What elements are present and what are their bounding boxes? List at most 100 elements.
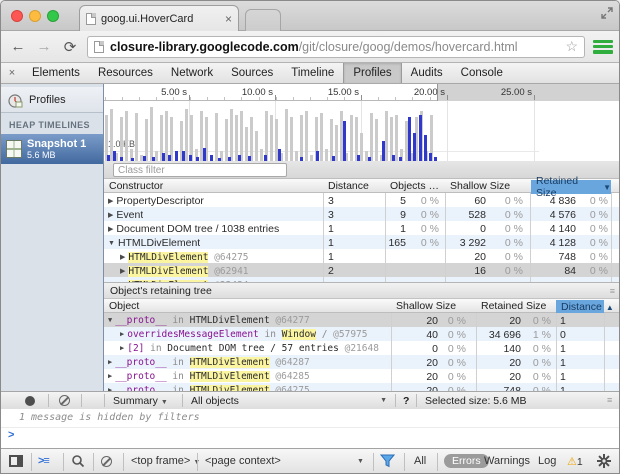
devtools-close-icon[interactable]: ×: [1, 63, 23, 83]
retaining-row[interactable]: ▼__proto__ in HTMLDivElement @64277 20 0 %…: [104, 313, 620, 327]
expand-icon[interactable]: ▶: [108, 226, 113, 233]
console-prompt-icon[interactable]: >: [8, 429, 14, 441]
expand-icon[interactable]: ▶: [108, 198, 113, 205]
timeline-bar-gray: [135, 113, 138, 161]
warning-count-icon[interactable]: ⚠1: [567, 455, 583, 468]
retaining-row[interactable]: ▶overridesMessageElement in Window / @57…: [104, 327, 620, 341]
console-filter-log[interactable]: Log: [538, 455, 556, 467]
expand-icon[interactable]: ▶: [120, 254, 125, 261]
browser-tab[interactable]: goog.ui.HoverCard ×: [79, 5, 239, 31]
col-shallow-size[interactable]: Shallow Size: [396, 300, 456, 312]
console-filter-errors[interactable]: Errors: [444, 454, 489, 468]
retaining-row[interactable]: ▶__proto__ in HTMLDivElement @64275200 %…: [104, 383, 620, 391]
expand-icon[interactable]: ▶: [120, 330, 124, 338]
new-tab-button[interactable]: [245, 9, 281, 31]
devtools-tab-audits[interactable]: Audits: [402, 63, 452, 83]
expand-icon[interactable]: ▶: [108, 212, 113, 219]
sidebar-item-profiles[interactable]: Profiles: [1, 87, 103, 113]
cell-value: 20: [509, 315, 521, 327]
constructor-row[interactable]: ▶PropertyDescriptor350 %600 %4 8360 %: [104, 193, 620, 207]
timeline-bar-gray: [320, 113, 323, 161]
expand-icon[interactable]: ▶: [120, 344, 124, 352]
ruler-tick-label: 25.00 s: [501, 87, 532, 98]
collapse-icon[interactable]: ▼: [108, 240, 115, 247]
col-retained-sorted[interactable]: Retained Size ▼: [531, 180, 611, 194]
console-filter-all[interactable]: All: [414, 455, 426, 467]
constructor-row[interactable]: ▶Document DOM tree / 1038 entries110 %00…: [104, 221, 620, 235]
perspective-select[interactable]: Summary ▼: [113, 395, 168, 407]
tab-close-icon[interactable]: ×: [225, 14, 232, 24]
cell-value: 16: [474, 265, 486, 277]
settings-gear-icon[interactable]: [596, 453, 612, 469]
help-button[interactable]: ?: [403, 395, 409, 407]
allocation-timeline-graph[interactable]: 1.0 KB: [104, 101, 620, 161]
col-retained-size[interactable]: Retained Size: [481, 300, 546, 312]
cell-distance: 1: [560, 315, 566, 327]
sidebar-item-snapshot-1[interactable]: Snapshot 1 5.6 MB: [1, 134, 103, 164]
col-object[interactable]: Object: [109, 300, 139, 312]
toggle-console-button[interactable]: >≡: [38, 455, 49, 467]
objects-filter-select[interactable]: All objects ▼: [191, 395, 387, 407]
col-shallow[interactable]: Shallow Size: [450, 180, 510, 192]
expand-icon[interactable]: ▶: [108, 358, 112, 366]
class-filter-input[interactable]: [113, 163, 287, 177]
object-class-name: HTMLDivElement: [190, 315, 270, 326]
expand-icon[interactable]: ▶: [108, 372, 112, 380]
col-constructor[interactable]: Constructor: [109, 180, 163, 192]
frame-context-select[interactable]: <top frame> ▼: [131, 455, 200, 467]
devtools-tab-network[interactable]: Network: [162, 63, 222, 83]
bookmark-star-icon[interactable]: ☆: [565, 38, 578, 55]
constructor-row[interactable]: ▶HTMLDivElement @629412160 %840 %: [104, 263, 620, 277]
omnibox[interactable]: closure-library.googlecode.com/git/closu…: [87, 36, 585, 58]
sort-asc-icon: ▲: [606, 303, 614, 312]
filter-funnel-icon[interactable]: [380, 454, 395, 468]
chevron-down-icon[interactable]: ▼: [357, 458, 364, 465]
timeline-bar-blue: [382, 141, 385, 161]
row-object: ▼__proto__ in HTMLDivElement @64277: [108, 315, 310, 326]
reload-button[interactable]: ⟳: [61, 38, 79, 56]
devtools-tab-elements[interactable]: Elements: [23, 63, 89, 83]
cell-percent: 0 %: [448, 343, 466, 355]
row-name: ▶Document DOM tree / 1038 entries: [108, 223, 279, 235]
retaining-row[interactable]: ▶__proto__ in HTMLDivElement @64287200 %…: [104, 355, 620, 369]
cell-percent: 0 %: [448, 315, 466, 327]
chrome-menu-icon[interactable]: [593, 39, 613, 55]
retaining-row[interactable]: ▶[2] in Document DOM tree / 57 entries @…: [104, 341, 620, 355]
col-distance[interactable]: Distance: [328, 180, 369, 192]
fullscreen-icon[interactable]: [601, 7, 613, 19]
forward-button[interactable]: →: [35, 38, 53, 55]
expand-icon[interactable]: ▶: [120, 268, 125, 275]
ruler-tick: [189, 95, 190, 100]
page-context-select[interactable]: <page context>: [205, 455, 281, 467]
timeline-bar-blue: [316, 151, 319, 161]
devtools-tab-profiles[interactable]: Profiles: [343, 63, 401, 83]
console-filter-warnings[interactable]: Warnings: [484, 455, 530, 467]
timeline-bar-gray: [370, 113, 373, 161]
timeline-bar-blue: [175, 151, 178, 161]
clear-console-icon[interactable]: [101, 456, 112, 467]
retaining-tree-titlebar: Object's retaining tree ≡: [104, 282, 620, 299]
cell-value: 4 140: [550, 223, 576, 235]
retaining-row[interactable]: ▶__proto__ in HTMLDivElement @64285200 %…: [104, 369, 620, 383]
col-objects[interactable]: Objects …: [390, 180, 439, 192]
record-button[interactable]: [25, 396, 35, 406]
close-window-button[interactable]: [11, 10, 23, 22]
clear-profiles-icon[interactable]: [59, 395, 70, 406]
back-button[interactable]: ←: [9, 38, 27, 55]
col-distance-sorted[interactable]: Distance ▲: [556, 300, 604, 314]
zoom-window-button[interactable]: [47, 10, 59, 22]
devtools-tab-resources[interactable]: Resources: [89, 63, 162, 83]
devtools-tab-timeline[interactable]: Timeline: [282, 63, 343, 83]
devtools-tab-console[interactable]: Console: [452, 63, 512, 83]
constructor-row[interactable]: ▶HTMLDivElement @642751200 %7480 %: [104, 249, 620, 263]
statusbar-grip-icon[interactable]: ≡: [607, 395, 612, 405]
devtools-tab-sources[interactable]: Sources: [222, 63, 282, 83]
constructor-row[interactable]: ▼HTMLDivElement11650 %3 2920 %4 1280 %: [104, 235, 620, 249]
retaining-tree-grip-icon[interactable]: ≡: [610, 286, 615, 296]
cell-percent: 0 %: [590, 265, 608, 277]
minimize-window-button[interactable]: [29, 10, 41, 22]
collapse-icon[interactable]: ▼: [108, 316, 112, 324]
dock-side-button[interactable]: [9, 455, 23, 467]
search-icon[interactable]: [71, 454, 85, 468]
constructor-row[interactable]: ▶Event390 %5280 %4 5760 %: [104, 207, 620, 221]
